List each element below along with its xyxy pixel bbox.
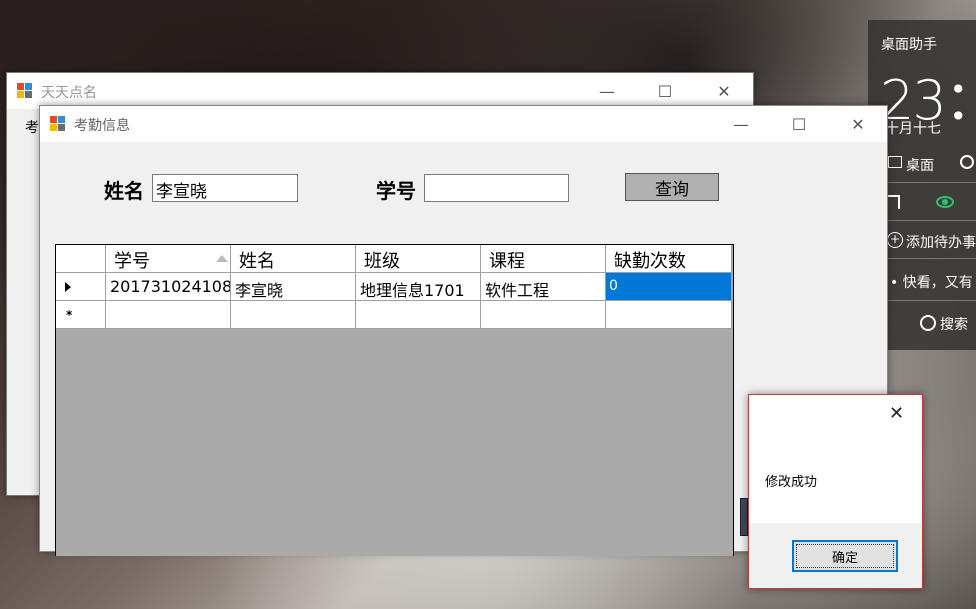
name-input[interactable]: 李宣晓 bbox=[152, 174, 298, 202]
name-label: 姓名 bbox=[104, 179, 144, 203]
widget-divider bbox=[886, 182, 976, 183]
column-header-name[interactable]: 姓名 bbox=[231, 245, 356, 273]
grid-header-row: 学号 姓名 班级 课程 缺勤次数 bbox=[56, 245, 732, 273]
column-header-absences[interactable]: 缺勤次数 bbox=[606, 245, 732, 273]
desktop-icon bbox=[888, 156, 902, 168]
ok-button[interactable]: 确定 bbox=[792, 540, 898, 572]
widget-divider bbox=[886, 300, 976, 301]
new-cell[interactable] bbox=[231, 301, 356, 329]
new-row-icon: * bbox=[66, 308, 73, 322]
student-id-input[interactable] bbox=[424, 174, 569, 202]
column-header-class[interactable]: 班级 bbox=[356, 245, 481, 273]
table-row[interactable]: 201731024108 李宣晓 地理信息1701 软件工程 0 bbox=[56, 273, 732, 301]
student-id-label: 学号 bbox=[376, 179, 416, 203]
cell-absences[interactable]: 0 bbox=[606, 273, 732, 301]
row-header[interactable] bbox=[56, 273, 106, 301]
maximize-icon[interactable]: ☐ bbox=[776, 106, 822, 142]
row-header-corner[interactable] bbox=[56, 245, 106, 273]
window-title: 考勤信息 bbox=[74, 118, 130, 134]
new-cell[interactable] bbox=[481, 301, 606, 329]
close-icon[interactable]: ✕ bbox=[701, 73, 747, 109]
cell-class[interactable]: 地理信息1701 bbox=[356, 273, 481, 301]
widget-desktop-button[interactable]: 桌面 bbox=[906, 155, 934, 175]
new-cell[interactable] bbox=[356, 301, 481, 329]
minimize-icon[interactable]: — bbox=[718, 106, 764, 142]
close-icon[interactable]: ✕ bbox=[835, 106, 881, 142]
message-text: 修改成功 bbox=[765, 475, 818, 490]
cell-student-id[interactable]: 201731024108 bbox=[106, 273, 231, 301]
minimize-icon[interactable]: — bbox=[584, 73, 630, 109]
back-window-title: 天天点名 bbox=[41, 85, 97, 101]
widget-date: 十月十七 bbox=[885, 121, 941, 137]
message-box: ✕ 修改成功 确定 bbox=[748, 394, 923, 589]
cell-course[interactable]: 软件工程 bbox=[481, 273, 606, 301]
query-button[interactable]: 查询 bbox=[625, 173, 719, 201]
maximize-icon[interactable]: ☐ bbox=[642, 73, 688, 109]
sort-ascending-icon bbox=[216, 255, 228, 262]
app-icon bbox=[17, 83, 33, 99]
new-row[interactable]: * bbox=[56, 301, 732, 329]
search-icon[interactable] bbox=[960, 155, 974, 169]
widget-search[interactable]: 搜索 bbox=[940, 314, 968, 334]
close-icon[interactable]: ✕ bbox=[889, 403, 904, 424]
attendance-window-titlebar[interactable]: 考勤信息 — ☐ ✕ bbox=[40, 106, 887, 142]
back-menu-item[interactable]: 考 bbox=[25, 117, 39, 137]
column-header-course[interactable]: 课程 bbox=[481, 245, 606, 273]
cell-name[interactable]: 李宣晓 bbox=[231, 273, 356, 301]
bracket-icon[interactable] bbox=[888, 195, 900, 209]
back-window-titlebar[interactable]: 天天点名 — ☐ ✕ bbox=[7, 73, 753, 109]
hidden-button-edge[interactable] bbox=[740, 498, 748, 536]
search-icon bbox=[920, 315, 936, 331]
widget-title: 桌面助手 bbox=[881, 37, 937, 53]
row-header[interactable]: * bbox=[56, 301, 106, 329]
row-pointer-icon bbox=[65, 282, 71, 292]
widget-divider bbox=[886, 258, 976, 259]
widget-divider bbox=[886, 220, 976, 221]
new-cell[interactable] bbox=[106, 301, 231, 329]
eye-icon[interactable] bbox=[936, 196, 954, 208]
column-header-student-id[interactable]: 学号 bbox=[106, 245, 231, 273]
app-icon bbox=[50, 116, 66, 132]
widget-news[interactable]: • 快看，又有 bbox=[890, 272, 973, 292]
plus-icon[interactable]: + bbox=[887, 232, 903, 248]
widget-add-todo[interactable]: 添加待办事 bbox=[906, 232, 976, 252]
attendance-grid[interactable]: 学号 姓名 班级 课程 缺勤次数 201731024108 李宣晓 地理信息17… bbox=[55, 244, 734, 556]
new-cell[interactable] bbox=[606, 301, 732, 329]
